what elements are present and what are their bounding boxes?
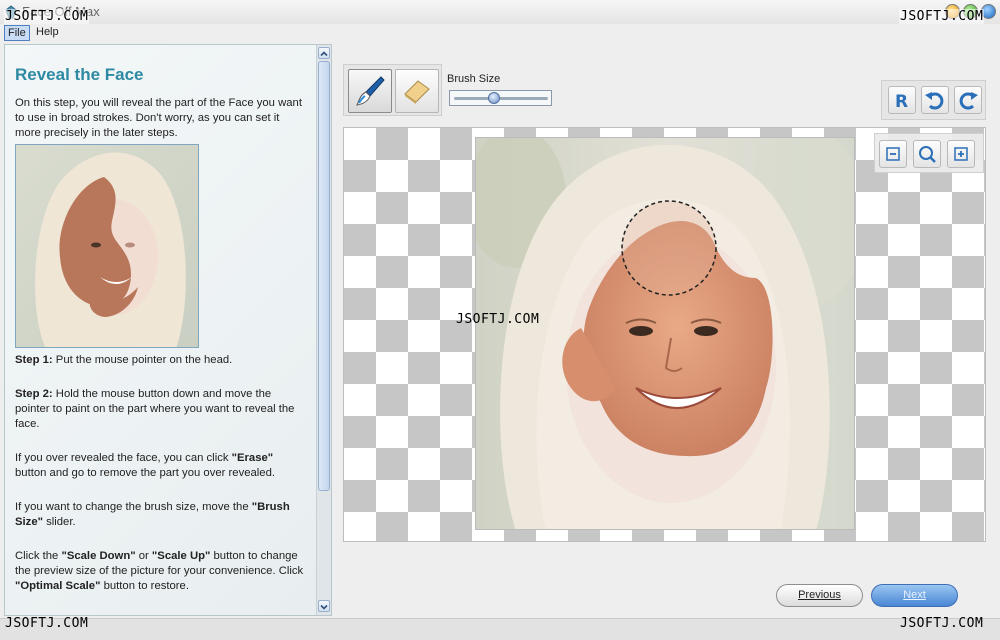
watermark-top-left: JSOFTJ.COM <box>4 9 90 24</box>
svg-text:R: R <box>895 92 908 112</box>
erase-hint-text: If you over revealed the face, you can c… <box>15 451 307 481</box>
example-thumbnail <box>15 144 199 348</box>
redo-icon <box>959 92 978 110</box>
scale-hint-text: Click the "Scale Down" or "Scale Up" but… <box>15 549 307 594</box>
brush-hint-text: If you want to change the brush size, mo… <box>15 500 307 530</box>
next-button[interactable]: Next <box>871 584 958 607</box>
scroll-thumb[interactable] <box>318 61 330 491</box>
erase-hint-bold: "Erase" <box>231 452 274 464</box>
brush-hint-pre: If you want to change the brush size, mo… <box>15 501 252 513</box>
brush-tool-button[interactable] <box>348 69 392 113</box>
scale-hint-up: "Scale Up" <box>151 550 211 562</box>
erase-hint-pre: If you over revealed the face, you can c… <box>15 452 232 464</box>
instructions-content: Reveal the Face On this step, you will r… <box>5 45 317 615</box>
watermark-bottom-left: JSOFTJ.COM <box>5 616 89 631</box>
reset-button[interactable]: R <box>888 86 916 114</box>
intro-text: On this step, you will reveal the part o… <box>15 97 302 139</box>
editing-canvas[interactable] <box>343 127 986 542</box>
undo-button[interactable] <box>921 86 949 114</box>
erase-tool-button[interactable] <box>395 69 439 113</box>
slider-knob[interactable] <box>487 92 500 104</box>
eraser-icon <box>404 80 430 104</box>
scale-hint-post: button to restore. <box>100 580 189 592</box>
step2-body: Hold the mouse button down and move the … <box>15 388 295 430</box>
step2-text: Step 2: Hold the mouse button down and m… <box>15 387 307 432</box>
undo-icon <box>925 92 944 110</box>
step1-text: Step 1: Put the mouse pointer on the hea… <box>15 353 307 368</box>
magnifier-icon <box>919 146 936 163</box>
scale-hint-optimal: "Optimal Scale" <box>15 580 101 592</box>
scale-hint-pre: Click the <box>15 550 62 562</box>
brush-hint-post: slider. <box>42 516 76 528</box>
scale-down-button[interactable] <box>879 140 907 168</box>
face-photo[interactable] <box>475 137 855 530</box>
watermark-center: JSOFTJ.COM <box>456 312 540 327</box>
status-bar <box>0 618 1000 640</box>
instructions-panel: Reveal the Face On this step, you will r… <box>4 44 332 616</box>
zoom-in-icon <box>954 147 968 161</box>
redo-button[interactable] <box>954 86 982 114</box>
reset-r-icon: R <box>895 92 908 112</box>
title-bar: Face Off Max <box>0 0 1000 24</box>
history-toolbar: R <box>881 80 986 120</box>
scale-up-button[interactable] <box>947 140 975 168</box>
step1-body: Put the mouse pointer on the head. <box>52 354 233 366</box>
brush-icon <box>356 76 385 106</box>
tool-group <box>343 64 442 116</box>
previous-button[interactable]: Previous <box>776 584 863 607</box>
watermark-top-right: JSOFTJ.COM <box>899 9 985 24</box>
scroll-up-arrow-icon[interactable] <box>318 47 330 59</box>
optimal-scale-button[interactable] <box>913 140 941 168</box>
menu-bar: File Help <box>0 24 1000 42</box>
menu-file[interactable]: File <box>4 25 30 41</box>
example-face-image <box>16 145 198 347</box>
slider-track <box>454 97 548 100</box>
brush-size-slider[interactable] <box>449 90 552 106</box>
zoom-toolbar <box>874 133 984 173</box>
erase-hint-post: button and go to remove the part you ove… <box>15 467 275 479</box>
app-window: Face Off Max JSOFTJ.COM JSOFTJ.COM File … <box>0 0 1000 640</box>
step2-label: Step 2: <box>15 388 53 400</box>
panel-scrollbar[interactable] <box>316 45 331 615</box>
scale-hint-down: "Scale Down" <box>61 550 136 562</box>
zoom-out-icon <box>886 147 900 161</box>
menu-help[interactable]: Help <box>33 25 62 41</box>
scale-hint-or: or <box>135 550 152 562</box>
brush-size-label: Brush Size <box>447 73 501 85</box>
panel-title: Reveal the Face <box>15 65 144 84</box>
step1-label: Step 1: <box>15 354 53 366</box>
face-photo-image <box>476 138 854 529</box>
watermark-bottom-right: JSOFTJ.COM <box>900 616 984 631</box>
scroll-down-arrow-icon[interactable] <box>318 600 330 612</box>
